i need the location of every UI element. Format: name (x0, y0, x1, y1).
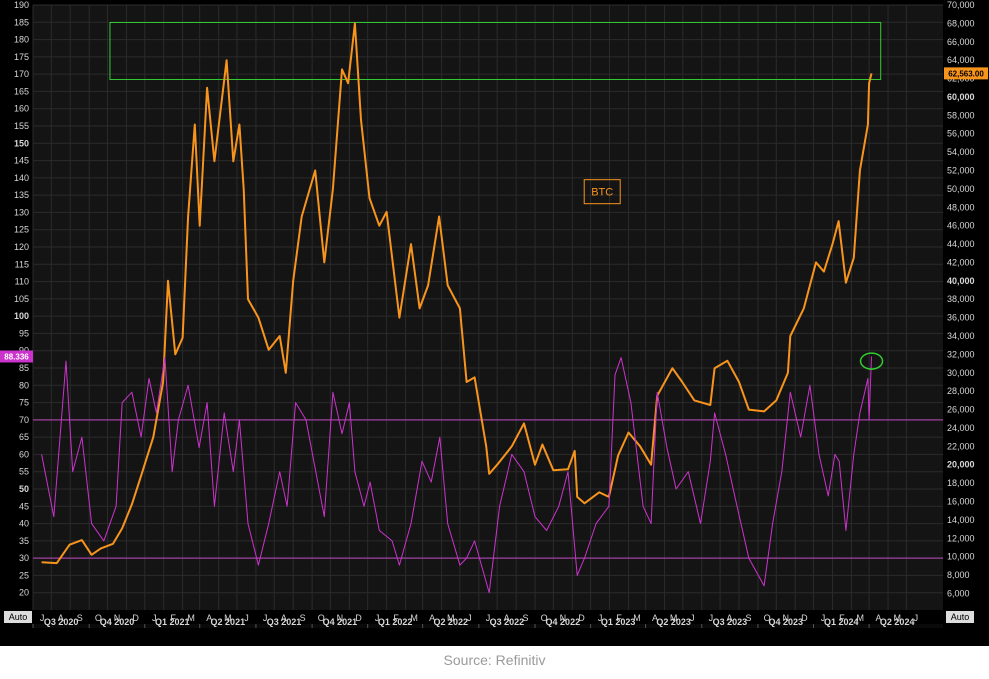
right-axis-tick-label: 24,000 (947, 423, 975, 433)
right-axis-tick-label: 60,000 (947, 92, 975, 102)
left-axis-tick-label: 65 (19, 432, 29, 442)
x-quarter-tick-label: Q1 2023 (601, 617, 636, 627)
rsi-last-value-text: 88.336 (4, 352, 29, 361)
right-axis-tick-label: 6,000 (947, 588, 970, 598)
left-axis-tick-label: 80 (19, 380, 29, 390)
left-axis-tick-label: 170 (14, 69, 29, 79)
left-axis-tick-label: 150 (14, 138, 29, 148)
left-axis-tick-label: 20 (19, 588, 29, 598)
left-axis-tick-label: 55 (19, 467, 29, 477)
left-axis-tick-label: 190 (14, 0, 29, 10)
left-axis-tick-label: 180 (14, 35, 29, 45)
left-axis-tick-label: 45 (19, 501, 29, 511)
left-axis-tick-label: 50 (19, 484, 29, 494)
source-caption: Source: Refinitiv (443, 652, 546, 668)
left-axis-tick-label: 130 (14, 207, 29, 217)
right-axis-tick-label: 50,000 (947, 184, 975, 194)
x-quarter-tick-label: Q4 2022 (546, 617, 581, 627)
left-axis-tick-label: 145 (14, 156, 29, 166)
x-quarter-tick-label: Q1 2022 (378, 617, 413, 627)
right-axis-tick-label: 48,000 (947, 202, 975, 212)
right-axis-tick-label: 40,000 (947, 276, 975, 286)
left-axis-tick-label: 95 (19, 328, 29, 338)
x-quarter-tick-label: Q3 2020 (44, 617, 79, 627)
right-axis-tick-label: 70,000 (947, 0, 975, 10)
left-auto-scale-label: Auto (9, 612, 28, 622)
right-axis-tick-label: 30,000 (947, 368, 975, 378)
right-axis-tick-label: 12,000 (947, 533, 975, 543)
x-quarter-tick-label: Q3 2022 (490, 617, 525, 627)
right-axis-tick-label: 8,000 (947, 570, 970, 580)
left-axis-tick-label: 110 (15, 277, 29, 287)
x-quarter-tick-label: Q1 2021 (155, 617, 190, 627)
left-axis-tick-label: 75 (19, 398, 29, 408)
left-axis-tick-label: 185 (14, 17, 29, 27)
left-axis-tick-label: 70 (19, 415, 29, 425)
btc-annotation-label: BTC (591, 187, 613, 199)
left-axis-tick-label: 85 (19, 363, 29, 373)
right-axis-tick-label: 34,000 (947, 331, 975, 341)
left-axis-tick-label: 175 (14, 52, 29, 62)
right-axis-tick-label: 52,000 (947, 166, 975, 176)
left-axis-tick-label: 120 (14, 242, 29, 252)
x-quarter-tick-label: Q1 2024 (824, 617, 859, 627)
right-axis-tick-label: 32,000 (947, 349, 975, 359)
right-axis-tick-label: 10,000 (947, 552, 975, 562)
right-axis-tick-label: 64,000 (947, 55, 975, 65)
x-quarter-tick-label: Q4 2020 (100, 617, 135, 627)
x-quarter-tick-label: Q2 2023 (656, 617, 691, 627)
plot-area (33, 5, 943, 610)
left-axis-tick-label: 155 (14, 121, 29, 131)
x-quarter-tick-label: Q3 2021 (267, 617, 302, 627)
left-axis-tick-label: 125 (14, 225, 29, 235)
right-axis-tick-label: 22,000 (947, 441, 975, 451)
left-axis-tick-label: 100 (14, 311, 29, 321)
left-axis-tick-label: 105 (14, 294, 29, 304)
right-axis-tick-label: 20,000 (947, 460, 975, 470)
left-axis-tick-label: 35 (19, 536, 29, 546)
x-quarter-tick-label: Q4 2023 (768, 617, 803, 627)
right-axis-tick-label: 16,000 (947, 497, 975, 507)
left-axis-tick-label: 165 (14, 86, 29, 96)
btc-last-value-text: 62,563.00 (948, 69, 984, 78)
right-axis-tick-label: 56,000 (947, 129, 975, 139)
right-axis-tick-label: 46,000 (947, 221, 975, 231)
right-auto-scale-label: Auto (951, 612, 970, 622)
right-axis-tick-label: 36,000 (947, 313, 975, 323)
left-axis-tick-label: 60 (19, 449, 29, 459)
right-axis-tick-label: 28,000 (947, 386, 975, 396)
right-axis-tick-label: 42,000 (947, 257, 975, 267)
left-axis-tick-label: 30 (19, 553, 29, 563)
x-quarter-tick-label: Q2 2022 (433, 617, 468, 627)
left-axis-tick-label: 115 (15, 259, 29, 269)
right-axis-tick-label: 14,000 (947, 515, 975, 525)
right-axis-tick-label: 26,000 (947, 405, 975, 415)
x-quarter-tick-label: Q2 2024 (880, 617, 915, 627)
left-axis-tick-label: 160 (14, 104, 29, 114)
chart-frame: JASONDJFMAMJJASONDJFMAMJJASONDJFMAMJJASO… (0, 0, 989, 646)
right-axis-tick-label: 66,000 (947, 37, 975, 47)
right-axis-tick-label: 68,000 (947, 18, 975, 28)
right-axis-tick-label: 58,000 (947, 110, 975, 120)
right-axis-tick-label: 44,000 (947, 239, 975, 249)
left-axis-tick-label: 25 (19, 570, 29, 580)
right-axis-tick-label: 38,000 (947, 294, 975, 304)
x-quarter-tick-label: Q4 2021 (323, 617, 358, 627)
left-axis-tick-label: 140 (14, 173, 29, 183)
x-quarter-tick-label: Q2 2021 (211, 617, 246, 627)
left-axis-tick-label: 40 (19, 519, 29, 529)
right-axis-tick-label: 18,000 (947, 478, 975, 488)
x-quarter-tick-label: Q3 2023 (713, 617, 748, 627)
left-axis-tick-label: 135 (14, 190, 29, 200)
btc-rsi-chart: JASONDJFMAMJJASONDJFMAMJJASONDJFMAMJJASO… (0, 0, 988, 628)
right-axis-tick-label: 54,000 (947, 147, 975, 157)
